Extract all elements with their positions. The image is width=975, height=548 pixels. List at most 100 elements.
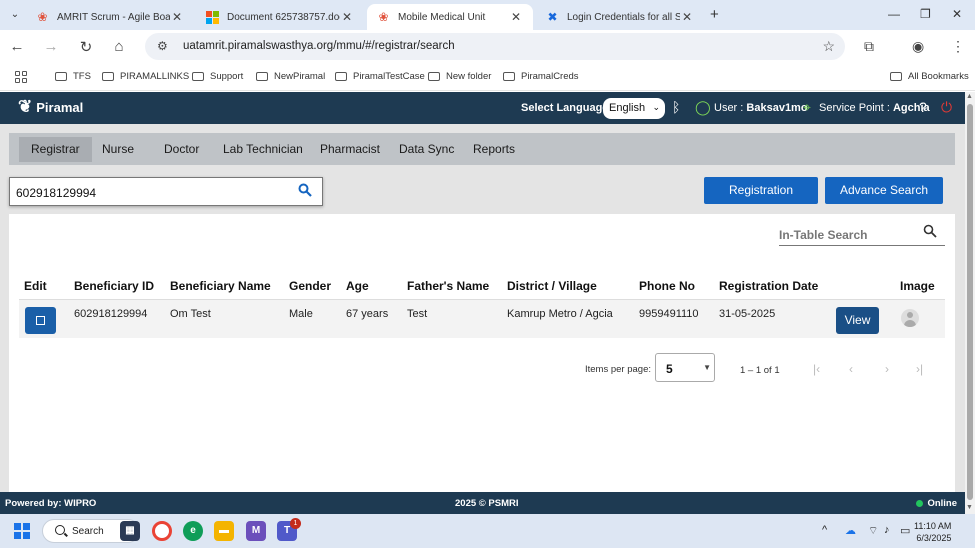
extensions-icon[interactable]: ⧉: [864, 38, 874, 55]
windows-start-icon[interactable]: [14, 523, 30, 539]
next-page-icon[interactable]: ›: [885, 362, 889, 376]
caret-down-icon: ▼: [703, 363, 711, 372]
tab-lab-technician[interactable]: Lab Technician: [211, 137, 315, 162]
forward-arrow-icon[interactable]: →: [42, 38, 60, 55]
profile-icon[interactable]: ◉: [912, 38, 924, 55]
items-per-page-select[interactable]: 5 ▼: [655, 353, 715, 382]
online-status-dot-icon: [916, 500, 924, 507]
tab-list-chevron-icon[interactable]: ⌄: [6, 6, 24, 24]
registration-button[interactable]: Registration: [704, 177, 818, 204]
task-view-icon[interactable]: ▦: [120, 521, 140, 541]
windows-taskbar: Search ▦ e ▬ M T ^ ☁ ⌔ ♪ ▭ 11:10 AM 6/3/…: [0, 514, 975, 548]
reload-icon[interactable]: ↻: [77, 38, 95, 56]
power-logout-icon[interactable]: ⏻: [941, 99, 952, 116]
language-select[interactable]: English ⌄: [603, 98, 665, 119]
cell-age: 67 years: [346, 308, 389, 320]
user-icon: ◯: [695, 99, 711, 115]
file-explorer-icon[interactable]: ▬: [214, 521, 234, 541]
bookmark-newpiramal[interactable]: NewPiramal: [256, 71, 325, 82]
column-header-edit: Edit: [24, 279, 47, 293]
first-page-icon[interactable]: |‹: [813, 362, 820, 376]
confluence-icon: ✖: [547, 9, 558, 24]
online-status: Online: [916, 498, 957, 509]
beneficiary-search-input[interactable]: 602918129994: [9, 177, 323, 206]
url-text[interactable]: uatamrit.piramalswasthya.org/mmu/#/regis…: [183, 40, 455, 52]
all-bookmarks[interactable]: All Bookmarks: [890, 71, 969, 82]
column-header-beneficiary-id: Beneficiary ID: [74, 279, 155, 293]
copyright: 2025 © PSMRI: [455, 498, 519, 509]
avatar-placeholder-icon[interactable]: [901, 309, 919, 327]
tab-doctor[interactable]: Doctor: [152, 137, 211, 162]
tab-nurse[interactable]: Nurse: [90, 137, 146, 162]
bookmark-piramalcreds[interactable]: PiramalCreds: [503, 71, 579, 82]
bookmark-tfs[interactable]: TFS: [55, 71, 91, 82]
close-tab-icon[interactable]: ✕: [170, 10, 184, 24]
page-scrollbar[interactable]: ▲ ▼: [965, 92, 975, 514]
cell-beneficiary-id: 602918129994: [74, 308, 148, 320]
bookmark-support[interactable]: Support: [192, 71, 243, 82]
wifi-icon[interactable]: ⌔: [868, 524, 878, 538]
close-tab-icon[interactable]: ✕: [509, 10, 523, 24]
help-icon[interactable]: ?: [919, 99, 927, 115]
tab-data-sync[interactable]: Data Sync: [387, 137, 466, 162]
taskbar-clock[interactable]: 11:10 AM 6/3/2025: [914, 520, 951, 544]
column-header-registration-date: Registration Date: [719, 279, 819, 293]
piramal-logo: ❦ Piramal: [18, 97, 84, 116]
chrome-icon[interactable]: [152, 521, 172, 541]
bookmark-star-icon[interactable]: ☆: [822, 38, 835, 55]
cell-district-village: Kamrup Metro / Agcia: [507, 308, 613, 320]
last-page-icon[interactable]: ›|: [916, 362, 923, 376]
close-tab-icon[interactable]: ✕: [680, 10, 694, 24]
edit-button[interactable]: [25, 307, 56, 334]
tray-chevron-up-icon[interactable]: ^: [822, 524, 827, 536]
office-icon: [206, 10, 219, 24]
chevron-down-icon: ⌄: [652, 102, 660, 112]
menu-kebab-icon[interactable]: ⋮: [951, 38, 965, 55]
onedrive-cloud-icon[interactable]: ☁: [845, 524, 856, 537]
column-header-fathers-name: Father's Name: [407, 279, 490, 293]
tab-pharmacist[interactable]: Pharmacist: [308, 137, 392, 162]
home-icon[interactable]: ⌂: [110, 38, 128, 55]
bookmark-piramaltestcase[interactable]: PiramalTestCase: [335, 71, 425, 82]
battery-icon[interactable]: ▭: [900, 524, 910, 537]
search-icon[interactable]: [923, 224, 937, 238]
browser-tab-bar: ⌄ ❀ AMRIT Scrum - Agile Board ✕ Document…: [0, 0, 975, 30]
site-info-icon[interactable]: ⚙: [157, 39, 168, 53]
apps-grid-icon[interactable]: [15, 71, 27, 83]
browser-tab-mobile-medical-unit[interactable]: ❀ Mobile Medical Unit ✕: [367, 4, 533, 30]
view-button[interactable]: View: [836, 307, 879, 334]
close-window-icon[interactable]: ✕: [952, 7, 962, 21]
service-point-info: Service Point : Agchia: [819, 102, 930, 114]
scroll-up-arrow-icon[interactable]: ▲: [966, 93, 973, 100]
scroll-down-arrow-icon[interactable]: ▼: [966, 504, 973, 511]
items-per-page-label: Items per page:: [585, 364, 652, 375]
edge-icon[interactable]: e: [183, 521, 203, 541]
bluetooth-icon[interactable]: ᛒ: [672, 99, 680, 115]
folder-icon: [335, 72, 347, 81]
bookmark-new-folder[interactable]: New folder: [428, 71, 491, 82]
user-info: User : Baksav1mo: [714, 102, 808, 114]
minimize-icon[interactable]: —: [888, 7, 900, 21]
advance-search-button[interactable]: Advance Search: [825, 177, 943, 204]
bookmark-piramallinks[interactable]: PIRAMALLINKS: [102, 71, 189, 82]
volume-icon[interactable]: ♪: [884, 524, 890, 536]
previous-page-icon[interactable]: ‹: [849, 362, 853, 376]
omnibox[interactable]: ⚙ uatamrit.piramalswasthya.org/mmu/#/reg…: [145, 33, 845, 60]
browser-tab-login-credentials[interactable]: ✖ Login Credentials for all Serv ✕: [536, 4, 704, 30]
scrollbar-thumb[interactable]: [967, 104, 973, 500]
microsoft-365-icon[interactable]: M: [246, 521, 266, 541]
folder-icon: [256, 72, 268, 81]
folder-icon: [503, 72, 515, 81]
restore-icon[interactable]: ❐: [920, 7, 931, 21]
browser-tab-amrit[interactable]: ❀ AMRIT Scrum - Agile Board ✕: [26, 4, 194, 30]
in-table-search-input[interactable]: In-Table Search: [779, 222, 945, 246]
back-arrow-icon[interactable]: ←: [8, 38, 26, 55]
piramal-logo-icon: ❦: [18, 97, 33, 116]
new-tab-plus-icon[interactable]: +: [710, 6, 719, 23]
browser-tab-document[interactable]: Document 625738757.docx ✕: [196, 4, 364, 30]
folder-icon: [890, 72, 902, 81]
tab-reports[interactable]: Reports: [461, 137, 527, 162]
search-icon[interactable]: [298, 183, 312, 197]
tab-registrar[interactable]: Registrar: [19, 137, 92, 162]
close-tab-icon[interactable]: ✕: [340, 10, 354, 24]
